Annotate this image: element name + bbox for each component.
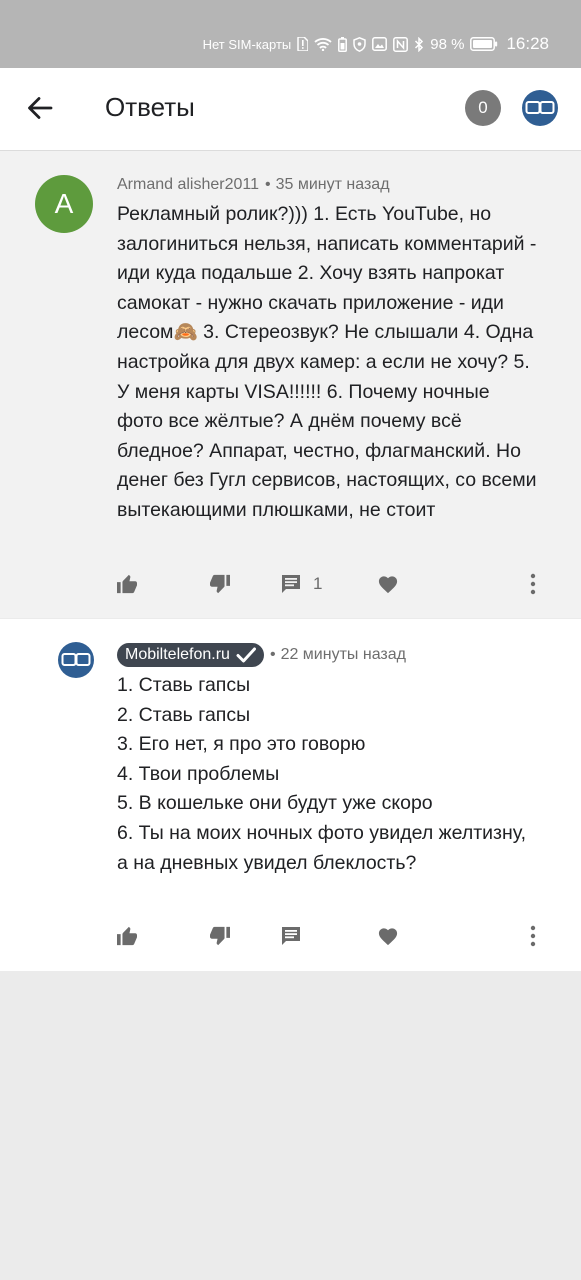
separator-dot: • bbox=[269, 646, 276, 663]
verified-check-icon bbox=[236, 647, 256, 663]
like-button[interactable] bbox=[116, 921, 138, 951]
sim-alert-icon bbox=[297, 37, 309, 51]
app-bar: Ответы 0 bbox=[0, 68, 581, 151]
thumb-down-icon bbox=[210, 574, 230, 594]
dislike-button[interactable] bbox=[209, 921, 231, 951]
heart-icon bbox=[378, 576, 398, 594]
reply-comment: Mobiltelefon.ru • 22 минуты назад 1. Ста… bbox=[0, 619, 581, 971]
author-name: Mobiltelefon.ru bbox=[125, 646, 230, 663]
comment-meta: Mobiltelefon.ru • 22 минуты назад bbox=[117, 643, 406, 667]
comment-icon bbox=[282, 927, 300, 945]
comment-icon bbox=[282, 575, 300, 593]
heart-button[interactable] bbox=[377, 921, 399, 951]
comment-time: 35 минут назад bbox=[275, 176, 390, 193]
like-button[interactable] bbox=[116, 569, 138, 599]
reply-line: 6. Ты на моих ночных фото увидел желтизн… bbox=[117, 821, 526, 874]
reply-line: 2. Ставь гапсы bbox=[117, 703, 251, 726]
arrow-back-icon[interactable] bbox=[27, 96, 53, 120]
reply-line: 1. Ставь гапсы bbox=[117, 674, 251, 696]
avatar[interactable] bbox=[58, 642, 94, 678]
separator-dot: • bbox=[265, 176, 271, 193]
reply-button[interactable] bbox=[281, 921, 301, 951]
reply-line: 3. Его нет, я про это говорю bbox=[117, 733, 366, 756]
clock: 16:28 bbox=[506, 34, 549, 53]
vpn-shield-icon bbox=[353, 36, 366, 52]
more-vert-icon bbox=[530, 573, 536, 595]
author-chip[interactable]: Mobiltelefon.ru bbox=[117, 643, 264, 667]
more-options-button[interactable] bbox=[530, 921, 536, 951]
back-button[interactable] bbox=[22, 90, 58, 126]
image-notification-icon bbox=[372, 37, 388, 51]
channel-avatar-icon bbox=[61, 653, 91, 666]
thumb-down-icon bbox=[210, 926, 230, 946]
more-vert-icon bbox=[530, 925, 536, 947]
heart-icon bbox=[378, 928, 398, 946]
carrier-label: Нет SIM-карты bbox=[202, 36, 292, 52]
parent-comment: A Armand alisher2011 • 35 минут назад Ре… bbox=[0, 151, 581, 618]
thumb-up-icon bbox=[117, 574, 137, 594]
reply-line: 4. Твои проблемы bbox=[117, 762, 280, 785]
heart-button[interactable] bbox=[377, 569, 399, 599]
dislike-button[interactable] bbox=[209, 569, 231, 599]
thumb-up-icon bbox=[117, 926, 137, 946]
comment-meta: Armand alisher2011 • 35 минут назад bbox=[117, 176, 390, 194]
status-bar: Нет SIM-карты 98 % 16:28 bbox=[0, 0, 581, 68]
channel-avatar-icon bbox=[525, 101, 555, 114]
battery-icon bbox=[470, 37, 498, 51]
bluetooth-icon bbox=[414, 36, 424, 52]
more-options-button[interactable] bbox=[530, 569, 536, 599]
author-name[interactable]: Armand alisher2011 bbox=[117, 176, 259, 194]
battery-saver-icon bbox=[338, 36, 348, 52]
comment-actions bbox=[0, 921, 581, 951]
reply-count: 1 bbox=[313, 574, 323, 593]
comment-text: 1. Ставь гапсы 2. Ставь гапсы 3. Его нет… bbox=[117, 671, 537, 878]
status-bar-right: Нет SIM-карты 98 % 16:28 bbox=[203, 33, 549, 55]
battery-percent: 98 % bbox=[430, 35, 465, 53]
nfc-icon bbox=[393, 36, 409, 52]
wifi-icon bbox=[314, 37, 332, 51]
account-avatar[interactable] bbox=[522, 90, 558, 126]
reply-line: 5. В кошельке они будут уже скоро bbox=[117, 792, 433, 815]
comment-time: 22 минуты назад bbox=[280, 646, 406, 663]
comment-actions: 1 bbox=[0, 569, 581, 599]
comment-text: Рекламный ролик?))) 1. Есть YouTube, но … bbox=[117, 203, 537, 521]
notification-count-badge[interactable]: 0 bbox=[465, 90, 501, 126]
reply-button[interactable]: 1 bbox=[281, 569, 322, 599]
avatar[interactable]: A bbox=[35, 175, 93, 233]
page-title: Ответы bbox=[105, 92, 195, 122]
